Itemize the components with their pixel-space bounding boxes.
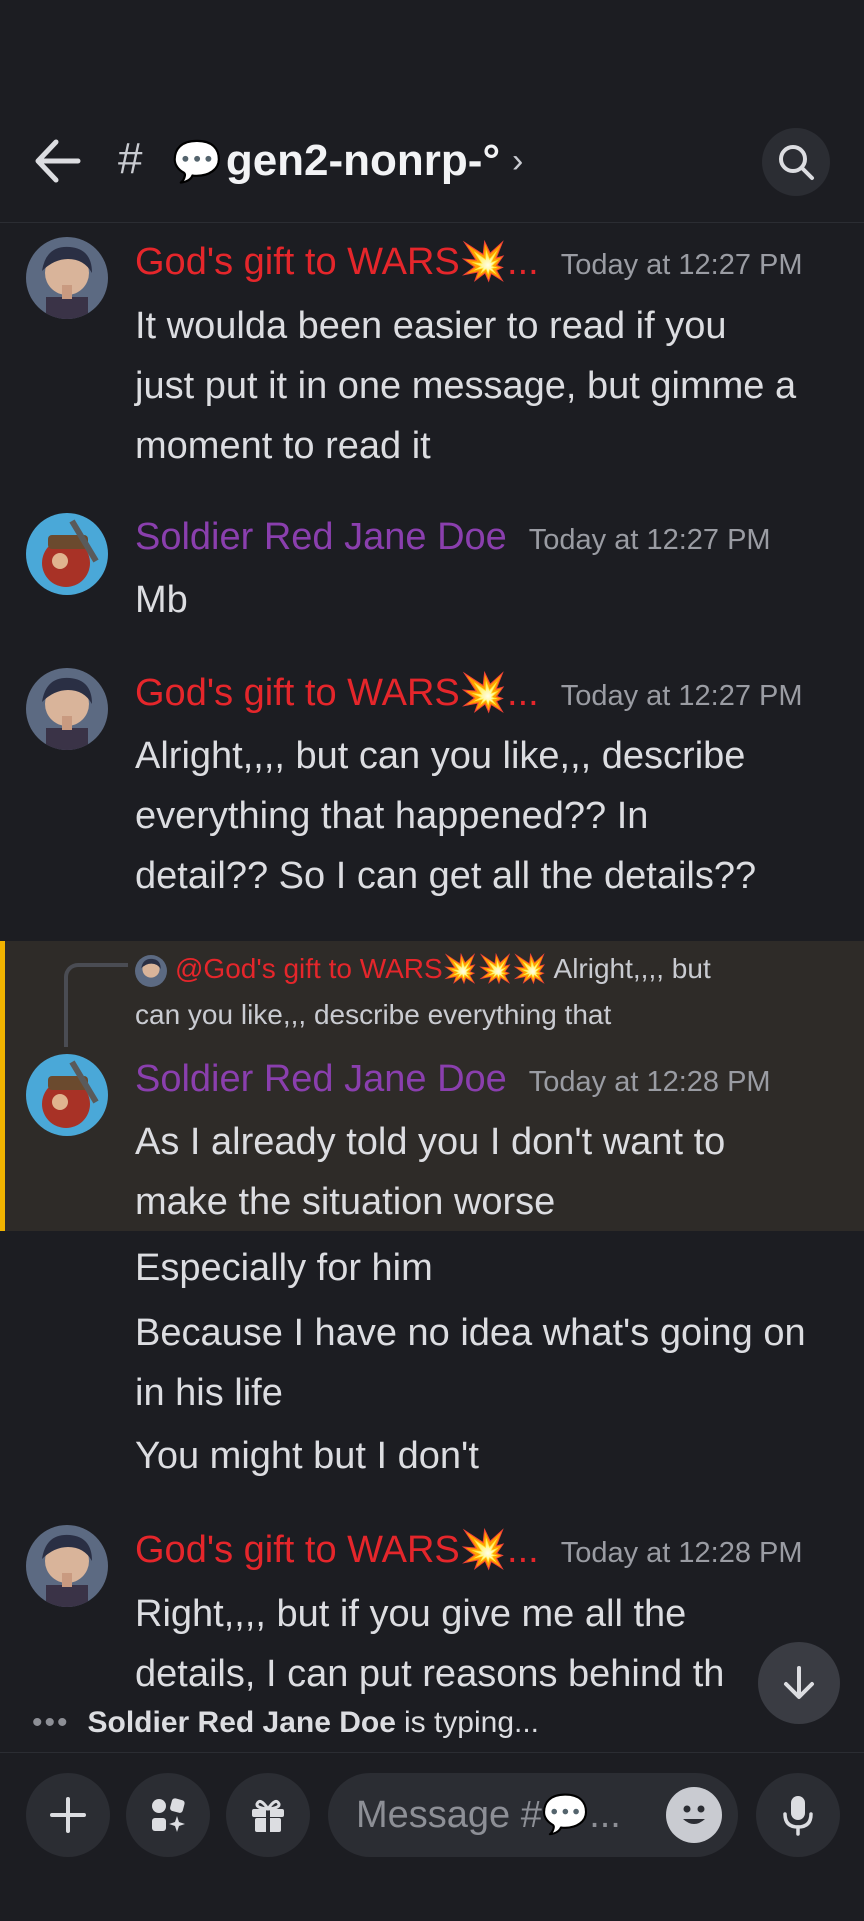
gift-icon: [252, 1799, 284, 1832]
reply-connector: [64, 963, 128, 1047]
speech-bubble-icon: 💬: [172, 139, 222, 184]
avatar[interactable]: [26, 1054, 108, 1136]
timestamp: Today at 12:27 PM: [560, 680, 803, 712]
typing-dots-icon: •••: [32, 1706, 70, 1739]
message-composer: Message #💬...: [0, 1752, 864, 1921]
reply-excerpt: can you like,,, describe everything that: [135, 999, 612, 1030]
avatar[interactable]: [26, 237, 108, 319]
chevron-right-icon: ›: [512, 141, 524, 180]
reply-avatar: [135, 954, 167, 987]
search-icon: [779, 145, 814, 180]
typing-user: Soldier Red Jane Doe: [87, 1706, 396, 1739]
reply-excerpt: Alright,,,, but: [553, 953, 711, 984]
microphone-icon: [783, 1796, 813, 1836]
message-text: Mb: [135, 579, 188, 621]
voice-message-button[interactable]: [756, 1773, 840, 1857]
emoji-icon: [683, 1805, 705, 1824]
timestamp: Today at 12:27 PM: [560, 249, 803, 281]
timestamp: Today at 12:28 PM: [560, 1537, 803, 1569]
timestamp: Today at 12:27 PM: [528, 524, 771, 556]
jump-to-bottom-button[interactable]: [758, 1642, 840, 1724]
channel-name: gen2-nonrp-°: [225, 136, 501, 185]
message-text: Because I have no idea what's going on i…: [135, 1312, 806, 1414]
author-name[interactable]: God's gift to WARS💥...: [135, 240, 539, 284]
author-name[interactable]: Soldier Red Jane Doe: [135, 1058, 507, 1101]
back-button[interactable]: [32, 138, 84, 184]
reply-mention[interactable]: @God's gift to WARS💥💥💥: [175, 953, 547, 984]
arrow-down-icon: [784, 1666, 814, 1699]
avatar[interactable]: [26, 668, 108, 750]
message-text: It woulda been easier to read if you jus…: [135, 305, 797, 467]
channel-hash-icon: #: [118, 134, 143, 183]
message-text: Alright,,,, but can you like,,, describe…: [135, 735, 757, 897]
author-name[interactable]: God's gift to WARS💥...: [135, 671, 539, 715]
plus-icon: [50, 1797, 86, 1833]
avatar[interactable]: [26, 513, 108, 595]
author-name[interactable]: Soldier Red Jane Doe: [135, 516, 507, 559]
message-placeholder: Message #💬...: [356, 1794, 621, 1836]
message-text: You might but I don't: [135, 1435, 479, 1477]
timestamp: Today at 12:28 PM: [528, 1066, 771, 1098]
message-text: Especially for him: [135, 1247, 433, 1289]
typing-indicator: ••• Soldier Red Jane Doe is typing...: [32, 1706, 539, 1740]
back-arrow-icon: [35, 139, 81, 183]
channel-header: # 💬 gen2-nonrp-° ›: [0, 100, 864, 223]
avatar[interactable]: [26, 1525, 108, 1607]
message-input[interactable]: Message #💬...: [328, 1773, 738, 1857]
emoji-button[interactable]: [666, 1787, 722, 1843]
channel-title[interactable]: 💬 gen2-nonrp-° ›: [172, 136, 523, 186]
message-text: As I already told you I don't want to ma…: [135, 1121, 726, 1223]
search-button[interactable]: [762, 128, 830, 196]
add-attachment-button[interactable]: [26, 1773, 110, 1857]
message-text: Right,,,, but if you give me all the det…: [135, 1593, 725, 1695]
author-name[interactable]: God's gift to WARS💥...: [135, 1528, 539, 1572]
gift-button[interactable]: [226, 1773, 310, 1857]
typing-suffix: is typing...: [403, 1706, 540, 1739]
apps-icon: [152, 1798, 185, 1832]
reply-preview[interactable]: @God's gift to WARS💥💥💥 Alright,,,, but c…: [135, 946, 825, 1038]
apps-button[interactable]: [126, 1773, 210, 1857]
